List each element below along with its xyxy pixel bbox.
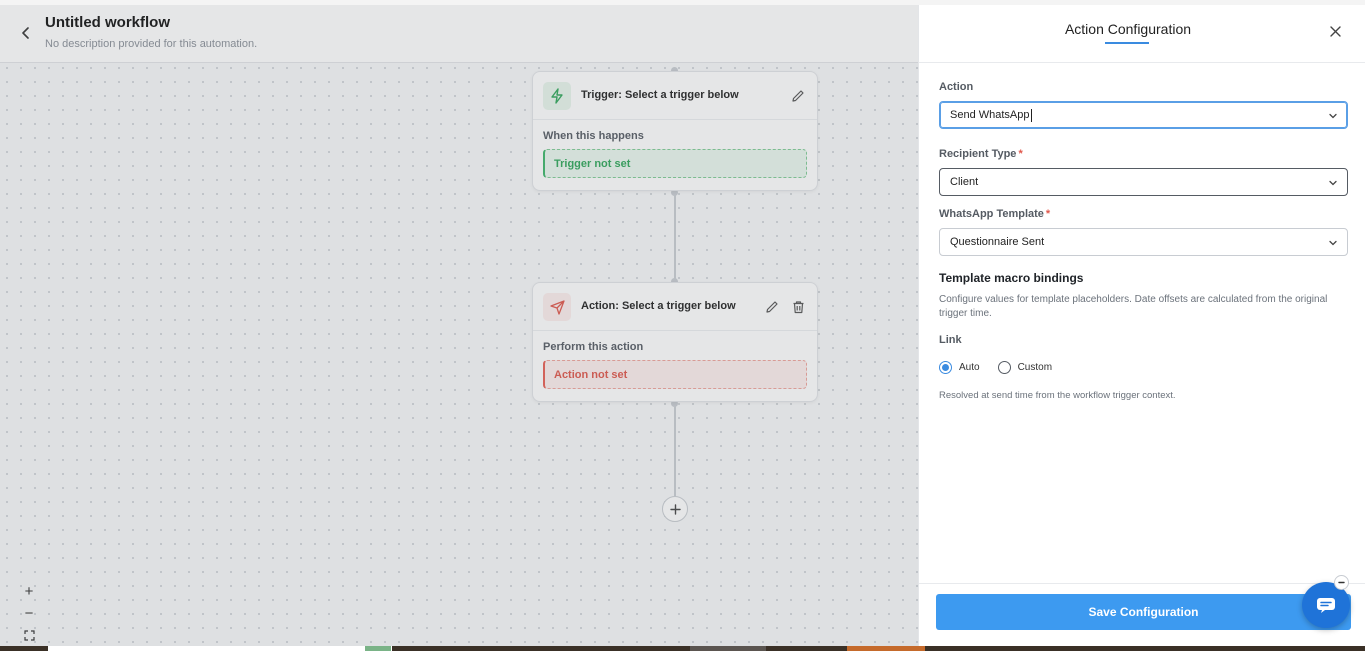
trigger-icon-box [543,82,571,110]
taskbar-segment [847,646,925,651]
recipient-label: Recipient Type * [939,148,1023,160]
action-icon-box [543,293,571,321]
action-node-header: Action: Select a trigger below [533,283,817,331]
template-label-text: WhatsApp Template [939,208,1044,220]
plus-icon [669,503,681,515]
title-underline [1105,42,1149,44]
zoom-controls: + − [18,580,40,646]
fullscreen-icon [23,629,35,641]
trash-icon [793,301,803,314]
radio-auto-label: Auto [959,362,980,373]
action-select-value: Send WhatsApp [950,109,1030,121]
trigger-node-header: Trigger: Select a trigger below [533,72,817,120]
trigger-node-title: Trigger: Select a trigger below [581,89,739,101]
minus-icon [1338,581,1345,584]
close-button[interactable] [1326,22,1344,40]
zoom-in-button[interactable]: + [18,580,40,602]
chevron-down-icon [1329,113,1337,119]
save-configuration-button[interactable]: Save Configuration [936,594,1351,630]
trigger-node[interactable]: Trigger: Select a trigger below When thi… [532,71,818,191]
whatsapp-template-select[interactable]: Questionnaire Sent [939,228,1348,256]
required-marker: * [1018,148,1023,160]
recipient-type-select[interactable]: Client [939,168,1348,196]
connector-line [674,404,676,496]
add-step-button[interactable] [662,496,688,522]
action-status[interactable]: Action not set [543,360,807,389]
back-button[interactable] [18,23,34,43]
taskbar-segment [690,646,766,651]
delete-action-button[interactable] [790,299,806,315]
action-node[interactable]: Action: Select a trigger below Perform t… [532,282,818,402]
recipient-label-text: Recipient Type [939,148,1017,160]
send-icon [549,299,565,315]
macro-bindings-title: Template macro bindings [939,271,1084,285]
action-config-panel: Action Configuration Action Send WhatsAp… [918,5,1365,646]
trigger-node-subtitle: When this happens [543,130,644,142]
taskbar-strip [0,646,1365,651]
chat-minimize-button[interactable] [1334,575,1349,590]
pencil-icon [766,301,778,313]
template-select-value: Questionnaire Sent [950,236,1045,248]
radio-custom[interactable] [997,361,1011,374]
workflow-description: No description provided for this automat… [45,38,258,50]
chevron-down-icon [1329,240,1337,246]
fit-view-button[interactable] [18,624,40,646]
link-help-text: Resolved at send time from the workflow … [939,390,1176,401]
link-label: Link [939,334,962,346]
panel-footer: Save Configuration [919,583,1365,646]
workflow-title: Untitled workflow [45,14,170,31]
link-radio-group: Auto Custom [939,361,1070,374]
edit-action-button[interactable] [764,299,780,315]
workflow-canvas[interactable]: Untitled workflow No description provide… [0,5,918,646]
taskbar-segment [48,646,392,651]
zoom-out-button[interactable]: − [18,602,40,624]
pencil-icon [792,90,804,102]
action-node-subtitle: Perform this action [543,341,644,353]
action-label: Action [939,81,974,93]
action-node-title: Action: Select a trigger below [581,300,736,312]
connector-line [674,193,676,283]
template-label: WhatsApp Template * [939,208,1050,220]
close-icon [1329,25,1341,37]
radio-custom-label: Custom [1017,362,1053,373]
recipient-select-value: Client [950,176,979,188]
action-select[interactable]: Send WhatsApp [939,101,1348,129]
workflow-header: Untitled workflow No description provide… [0,5,918,63]
macro-bindings-description: Configure values for template placeholde… [939,294,1328,319]
chevron-down-icon [1329,180,1337,186]
chat-icon [1317,597,1335,613]
trigger-status[interactable]: Trigger not set [543,149,807,178]
edit-trigger-button[interactable] [790,88,806,104]
radio-auto[interactable] [939,361,952,374]
panel-header: Action Configuration [919,5,1365,63]
text-caret [1030,108,1032,122]
panel-title: Action Configuration [1064,21,1192,37]
taskbar-segment [365,646,391,651]
required-marker: * [1045,208,1051,220]
chevron-left-icon [22,27,29,39]
lightning-icon [551,88,563,104]
